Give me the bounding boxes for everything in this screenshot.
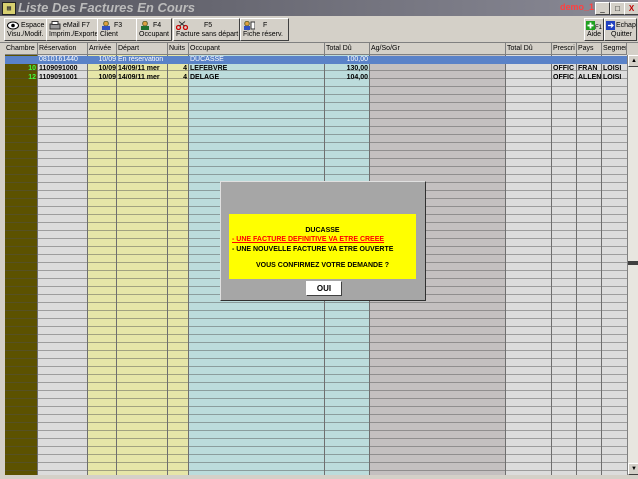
header-reservation[interactable]: Réservation: [38, 43, 88, 55]
app-icon: ▦: [2, 2, 16, 15]
aide-button[interactable]: F1 Aide: [584, 18, 604, 41]
header-depart[interactable]: Départ: [117, 43, 168, 55]
title-bar: ▦ Liste Des Factures En Cours demo_1 _ □…: [0, 0, 638, 16]
header-segment[interactable]: Segmen: [602, 43, 627, 55]
eye-icon: [7, 21, 19, 30]
scroll-up-arrow-icon[interactable]: ▲: [628, 55, 638, 67]
close-window-button[interactable]: X: [624, 2, 638, 15]
current-user: demo_1: [560, 2, 595, 12]
toolbar: Espace Visu./Modif. eMail F7 Imprim./Exp…: [0, 16, 638, 43]
facture-sans-depart-button[interactable]: F5 Facture sans départ: [173, 18, 240, 41]
dialog-question: VOUS CONFIRMEZ VOTRE DEMANDE ?: [255, 262, 389, 269]
help-plus-icon: [586, 21, 595, 30]
visu-modif-button[interactable]: Espace Visu./Modif.: [4, 18, 47, 41]
vertical-scrollbar[interactable]: ▲ ▼: [627, 55, 638, 475]
scroll-thumb[interactable]: [628, 261, 638, 265]
quitter-button[interactable]: Echap Quitter: [604, 18, 637, 41]
imprim-exporte-button[interactable]: eMail F7 Imprim./Exporte: [46, 18, 98, 41]
header-nuits[interactable]: Nuits: [168, 43, 189, 55]
header-chambre[interactable]: Chambre: [5, 43, 38, 55]
header-total-du-2[interactable]: Total Dû: [506, 43, 552, 55]
pays-column: [577, 43, 602, 475]
client-icon: [102, 21, 110, 30]
table-row[interactable]: 12 1109091001 10/09 14/09/11 mer 4 DELAG…: [5, 74, 627, 82]
minimize-button[interactable]: _: [595, 2, 610, 15]
header-ag-so-gr[interactable]: Ag/So/Gr: [370, 43, 506, 55]
reservation-column: [38, 43, 88, 475]
dialog-info-line: - UNE NOUVELLE FACTURE VA ETRE OUVERTE: [232, 246, 394, 253]
chambre-column: [5, 43, 38, 475]
fiche-reservation-button[interactable]: F Fiche réserv.: [240, 18, 289, 41]
maximize-button[interactable]: □: [610, 2, 625, 15]
confirm-message: DUCASSE - UNE FACTURE DEFINITIVE VA ETRE…: [229, 214, 416, 279]
dialog-warning-line: - UNE FACTURE DEFINITIVE VA ETRE CREEE: [232, 236, 385, 243]
printer-icon: [49, 21, 61, 30]
occupant-icon: [141, 21, 149, 30]
header-prescri[interactable]: Prescri: [552, 43, 577, 55]
table-row[interactable]: 10 1109091000 10/09 14/09/11 mer 4 LEFEB…: [5, 65, 627, 73]
table-row[interactable]: 0810161440 10/09 En réservation DUCASSE …: [5, 56, 627, 64]
occupant-button[interactable]: F4 Occupant: [136, 18, 172, 41]
depart-column: [117, 43, 168, 475]
arrivee-column: [88, 43, 117, 475]
dialog-occupant-name: DUCASSE: [305, 227, 340, 234]
total-du-2-column: [506, 43, 552, 475]
exit-icon: [606, 21, 615, 30]
segment-column: [602, 43, 627, 475]
nuits-column: [168, 43, 189, 475]
header-pays[interactable]: Pays: [577, 43, 602, 55]
window-title: Liste Des Factures En Cours: [18, 0, 195, 15]
client-button[interactable]: F3 Client: [97, 18, 137, 41]
header-arrivee[interactable]: Arrivée: [88, 43, 117, 55]
scissors-icon: [176, 21, 188, 30]
oui-button[interactable]: OUI: [306, 281, 342, 296]
prescri-column: [552, 43, 577, 475]
reservation-card-icon: [244, 21, 255, 30]
header-occupant[interactable]: Occupant: [189, 43, 325, 55]
scroll-down-arrow-icon[interactable]: ▼: [628, 463, 638, 475]
header-total-du[interactable]: Total Dû: [325, 43, 370, 55]
confirm-dialog: DUCASSE - UNE FACTURE DEFINITIVE VA ETRE…: [220, 181, 426, 301]
